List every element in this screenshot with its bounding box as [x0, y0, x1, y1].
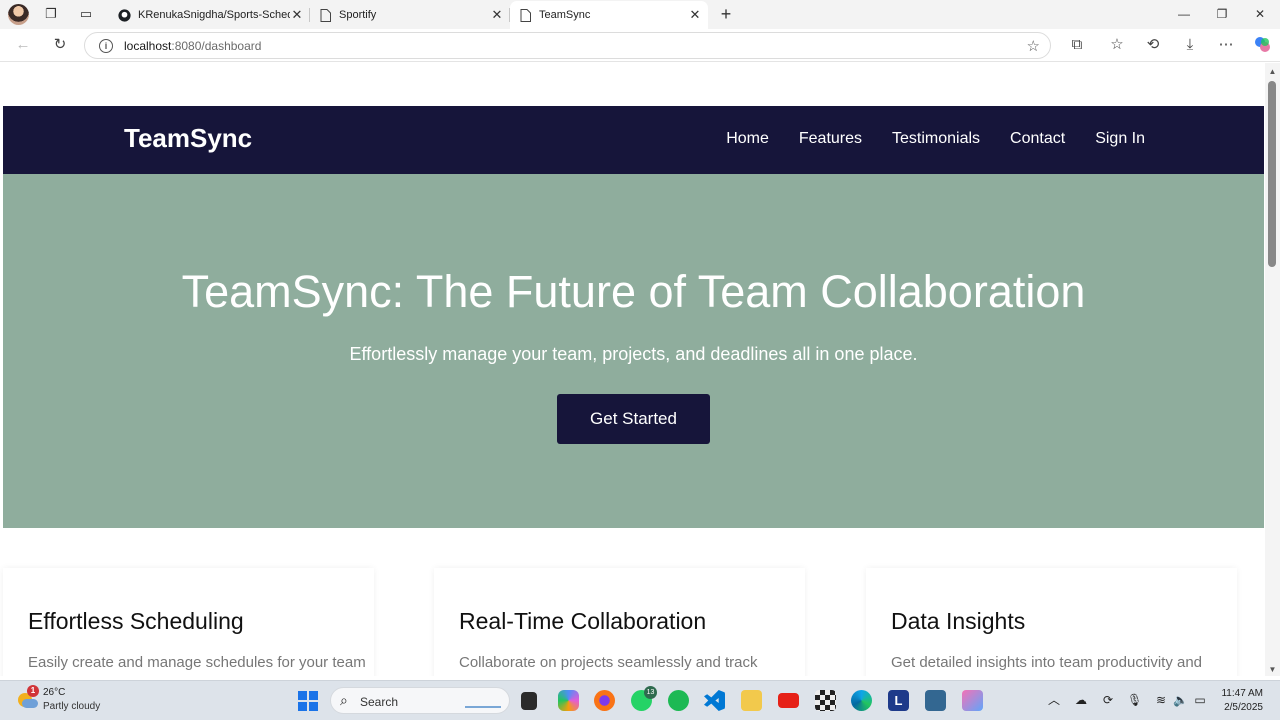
weather-badge: 1 — [27, 685, 39, 697]
battery-icon[interactable]: ▭ — [1193, 693, 1207, 707]
clock-time: 11:47 AM — [1221, 688, 1263, 699]
hero-section: TeamSync: The Future of Team Collaborati… — [3, 174, 1264, 528]
hero-subtitle: Effortlessly manage your team, projects,… — [349, 344, 918, 364]
nav-features[interactable]: Features — [799, 130, 862, 148]
site-info-icon[interactable]: i — [99, 39, 113, 53]
sync-icon[interactable]: ⟳ — [1101, 693, 1115, 707]
page-icon — [518, 8, 532, 22]
close-window-icon[interactable]: ✕ — [1250, 5, 1270, 23]
tab-label: TeamSync — [539, 9, 591, 21]
microphone-icon[interactable]: 🎙 — [1127, 693, 1142, 707]
search-icon: ⌕ — [340, 692, 348, 708]
youtube-icon[interactable] — [778, 693, 799, 708]
copilot-app-icon[interactable] — [558, 690, 579, 711]
page-scrollbar[interactable]: ▲ ▼ — [1265, 63, 1280, 676]
github-icon — [117, 8, 131, 22]
brand-logo[interactable]: TeamSync — [124, 123, 252, 154]
scroll-down-icon[interactable]: ▼ — [1268, 665, 1277, 674]
feature-text: Collaborate on projects seamlessly and t… — [459, 654, 758, 671]
minimize-icon[interactable]: — — [1174, 5, 1194, 23]
tab-github[interactable]: KRenukaSnigdha/Sports-Schedule ✕ — [109, 1, 310, 29]
feature-card: Real-Time Collaboration Collaborate on p… — [434, 568, 805, 676]
profile-avatar[interactable] — [8, 4, 29, 25]
feature-card: Data Insights Get detailed insights into… — [866, 568, 1237, 676]
close-tab-icon[interactable]: ✕ — [290, 7, 304, 23]
search-label: Search — [360, 695, 399, 709]
new-tab-button[interactable]: + — [716, 4, 736, 24]
page-icon — [318, 8, 332, 22]
onedrive-icon[interactable]: ☁ — [1074, 693, 1088, 707]
get-started-button[interactable]: Get Started — [557, 394, 710, 444]
tab-label: Sportify — [339, 9, 377, 21]
feature-title: Data Insights — [891, 608, 1026, 634]
tab-actions-icon[interactable]: ▭ — [78, 6, 94, 22]
more-menu-icon[interactable]: ⋯ — [1217, 36, 1235, 54]
feature-title: Real-Time Collaboration — [459, 608, 707, 634]
history-icon[interactable]: ⟲ — [1144, 36, 1162, 54]
app-grid-icon[interactable] — [815, 690, 836, 711]
nav-links: Home Features Testimonials Contact Sign … — [726, 130, 1145, 148]
feature-title: Effortless Scheduling — [28, 608, 244, 634]
volume-icon[interactable]: 🔈 — [1173, 693, 1188, 707]
tab-label: KRenukaSnigdha/Sports-Schedule — [138, 9, 290, 21]
whatsapp-badge: 13 — [644, 686, 657, 699]
clock-date: 2/5/2025 — [1224, 702, 1263, 713]
browser-toolbar: ← ↻ i localhost:8080/dashboard ☆ ⧉ ☆ ⟲ ⤓… — [0, 29, 1280, 62]
hero-title: TeamSync: The Future of Team Collaborati… — [181, 266, 1086, 317]
tab-teamsync[interactable]: TeamSync ✕ — [510, 1, 708, 29]
tab-sportify[interactable]: Sportify ✕ — [310, 1, 510, 29]
search-highlight-icon — [465, 696, 501, 708]
edge-icon[interactable] — [851, 690, 872, 711]
url-text[interactable]: localhost:8080/dashboard — [124, 39, 261, 53]
address-bar[interactable]: i localhost:8080/dashboard ☆ — [84, 32, 1051, 59]
browser-tab-strip: ❐ ▭ KRenukaSnigdha/Sports-Schedule ✕ Spo… — [0, 0, 1280, 29]
show-hidden-icons[interactable]: ︿ — [1047, 693, 1061, 707]
task-view-icon[interactable] — [521, 692, 537, 710]
nav-sign-in[interactable]: Sign In — [1095, 130, 1145, 148]
spotify-icon[interactable] — [668, 690, 689, 711]
feature-text: Get detailed insights into team producti… — [891, 654, 1203, 671]
firefox-icon[interactable] — [594, 690, 615, 711]
nav-home[interactable]: Home — [726, 130, 769, 148]
nav-testimonials[interactable]: Testimonials — [892, 130, 980, 148]
restore-icon[interactable]: ❐ — [1212, 5, 1232, 23]
weather-condition[interactable]: Partly cloudy — [43, 701, 100, 712]
file-explorer-icon[interactable] — [741, 690, 762, 711]
feature-text: Easily create and manage schedules for y… — [28, 654, 366, 671]
windows-start-icon[interactable] — [298, 691, 318, 711]
site-navbar: TeamSync Home Features Testimonials Cont… — [3, 106, 1264, 174]
vscode-icon[interactable] — [704, 690, 725, 711]
scroll-up-icon[interactable]: ▲ — [1268, 67, 1277, 76]
windows-taskbar: 1 26°C Partly cloudy ⌕ Search 13 L ︿ ☁ ⟳… — [0, 680, 1280, 720]
downloads-icon[interactable]: ⤓ — [1181, 36, 1199, 54]
postgres-icon[interactable] — [925, 690, 946, 711]
close-tab-icon[interactable]: ✕ — [688, 7, 702, 23]
l-app-icon[interactable]: L — [888, 690, 909, 711]
favorites-icon[interactable]: ☆ — [1108, 36, 1126, 54]
scrollbar-thumb[interactable] — [1268, 81, 1276, 267]
snipping-tool-icon[interactable] — [962, 690, 983, 711]
feature-card: Effortless Scheduling Easily create and … — [3, 568, 374, 676]
weather-temp[interactable]: 26°C — [43, 687, 65, 698]
back-icon[interactable]: ← — [14, 36, 32, 54]
refresh-icon[interactable]: ↻ — [51, 36, 69, 54]
taskbar-clock[interactable]: 11:47 AM 2/5/2025 — [1221, 687, 1263, 715]
taskbar-search[interactable]: ⌕ Search — [330, 687, 510, 714]
copilot-icon[interactable] — [1253, 36, 1271, 54]
extensions-icon[interactable]: ⧉ — [1068, 36, 1086, 54]
nav-contact[interactable]: Contact — [1010, 130, 1065, 148]
close-tab-icon[interactable]: ✕ — [490, 7, 504, 23]
workspaces-icon[interactable]: ❐ — [43, 6, 59, 22]
favorite-star-icon[interactable]: ☆ — [1027, 37, 1040, 55]
wifi-icon[interactable]: ≋ — [1154, 693, 1168, 707]
page-viewport: TeamSync Home Features Testimonials Cont… — [0, 63, 1265, 676]
